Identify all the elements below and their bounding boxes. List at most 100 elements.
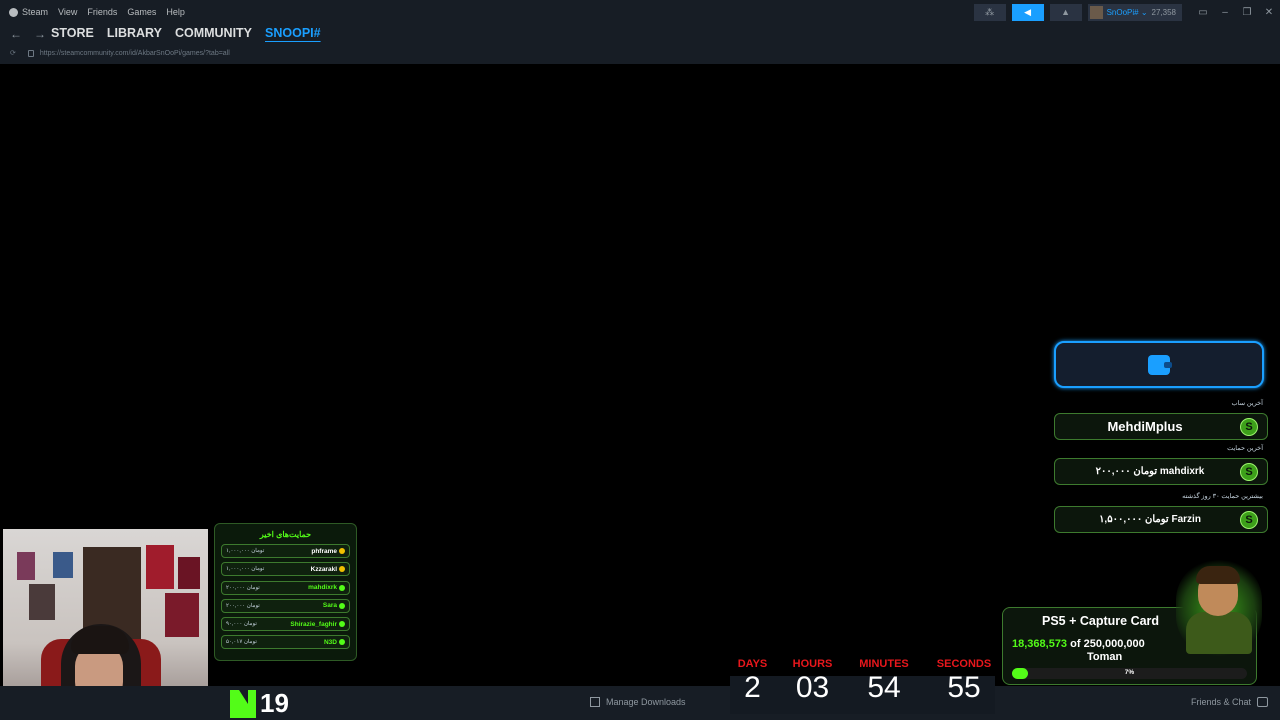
donation-amount: ۲۰۰,۰۰۰ تومان (226, 602, 260, 609)
donation-amount: ۱,۰۰۰,۰۰۰ تومان (226, 566, 265, 573)
steam-icon (9, 8, 18, 18)
donation-amount: ۱,۰۰۰,۰۰۰ تومان (226, 548, 265, 554)
goal-target: 250,000,000 (1083, 638, 1145, 650)
viewer-count: 19 (260, 688, 289, 718)
close-button[interactable]: ✕ (1258, 7, 1280, 18)
countdown-seconds: SECONDS 55 (936, 658, 992, 704)
last-donation-pill: ۲۰۰,۰۰۰ تومان mahdixrk S (1054, 458, 1268, 485)
countdown-hours: HOURS 03 (792, 658, 833, 704)
mascot-hair (1196, 566, 1240, 584)
menu-help[interactable]: Help (166, 7, 185, 17)
donation-amount: ۵۰,۰۱۷ تومان (226, 639, 257, 646)
people-icon: ⁂ (985, 6, 995, 17)
s-badge-icon: S (1240, 418, 1258, 436)
big-picture-button[interactable]: ⁂ (973, 3, 1006, 21)
coin-icon (339, 621, 345, 628)
kick-viewer-counter: 19 (230, 688, 289, 719)
goal-percent: 7% (1124, 669, 1135, 676)
countdown-days: DAYS 2 (737, 658, 768, 704)
manage-downloads-button[interactable]: Manage Downloads (590, 697, 686, 707)
tab-library[interactable]: LIBRARY (107, 26, 162, 40)
title-bar-controls: ⁂ ◀ ▲ SnOoPi# ⌄ 27,358 ▭ – ❐ ✕ (973, 0, 1280, 24)
top-donation-caption: بیشترین حمایت ۳۰ روز گذشته (1182, 493, 1263, 500)
user-name: SnOoPi# ⌄ (1106, 7, 1148, 17)
donor-name: Shirazie_faghir (290, 621, 345, 628)
top-donation-pill: ۱,۵۰۰,۰۰۰ تومان Farzin S (1054, 506, 1268, 533)
avatar (1089, 5, 1103, 19)
tab-profile[interactable]: SNOOPI# (265, 26, 321, 40)
minimize-button[interactable]: – (1214, 7, 1236, 18)
url-bar: ⟳ https://steamcommunity.com/id/AkbarSnO… (10, 49, 230, 57)
donation-amount: ۲۰۰,۰۰۰ تومان (226, 584, 260, 591)
user-menu[interactable]: SnOoPi# ⌄ 27,358 (1087, 3, 1182, 21)
forward-arrow-icon[interactable]: → (34, 27, 46, 41)
friends-chat-label: Friends & Chat (1190, 697, 1251, 707)
s-badge-icon: S (1240, 511, 1258, 529)
goal-progress-bar: 7% (1012, 668, 1247, 679)
friends-chat-button[interactable]: Friends & Chat (1191, 697, 1268, 707)
list-item: ۲۰۰,۰۰۰ تومان Sara (221, 598, 350, 613)
countdown-timer: DAYS 2 HOURS 03 MINUTES 54 SECONDS 55 (730, 658, 995, 714)
list-item: ۲۰۰,۰۰۰ تومان mahdixrk (221, 580, 350, 595)
announcements-button[interactable]: ◀ (1011, 3, 1044, 21)
top-donation-text: ۱,۵۰۰,۰۰۰ تومان Farzin (1099, 514, 1201, 525)
url-text[interactable]: https://steamcommunity.com/id/AkbarSnOoP… (40, 50, 230, 57)
wall-poster (165, 593, 199, 637)
recent-donations-title: حمایت‌های اخیر (259, 530, 312, 539)
donor-name: Kzzarakl (311, 566, 345, 573)
lock-icon (27, 49, 34, 57)
recent-donations-panel: حمایت‌های اخیر ۱,۰۰۰,۰۰۰ تومان phframe ۱… (214, 523, 357, 661)
back-arrow-icon[interactable]: ← (10, 27, 22, 41)
wall-poster (178, 557, 200, 589)
monitor-icon[interactable]: ▭ (1192, 7, 1214, 18)
wall-poster (29, 584, 55, 620)
list-item: ۹۰,۰۰۰ تومان Shirazie_faghir (221, 617, 350, 632)
list-item: ۱,۰۰۰,۰۰۰ تومان phframe (221, 544, 350, 558)
goal-amount: 18,368,573 of 250,000,000 (1012, 638, 1145, 650)
maximize-button[interactable]: ❐ (1236, 7, 1258, 18)
mascot-body (1186, 612, 1252, 654)
s-badge-icon: S (1240, 463, 1258, 481)
title-bar: Steam View Friends Games Help ⁂ ◀ ▲ SnOo… (0, 0, 1280, 24)
goal-title: PS5 + Capture Card (1042, 614, 1160, 628)
menu-games[interactable]: Games (127, 7, 156, 17)
menu-friends[interactable]: Friends (87, 7, 117, 17)
wallet-balance: 27,358 (1151, 7, 1176, 17)
menu-bar: Steam View Friends Games Help (0, 7, 185, 18)
reload-icon[interactable]: ⟳ (10, 49, 16, 57)
coin-icon (339, 602, 345, 609)
mascot-illustration (1176, 560, 1262, 656)
last-donation-text: ۲۰۰,۰۰۰ تومان mahdixrk (1095, 466, 1205, 477)
wall-poster (53, 552, 73, 578)
kick-logo-icon (230, 689, 256, 718)
notifications-button[interactable]: ▲ (1049, 3, 1082, 21)
goal-of: of (1070, 638, 1081, 650)
download-icon (590, 697, 600, 707)
donor-name: N3D (324, 639, 345, 646)
tab-store[interactable]: STORE (51, 26, 94, 40)
last-sub-name: MehdiMplus (1107, 419, 1183, 434)
navigation-bar: ← → STORE LIBRARY COMMUNITY SNOOPI# ⟳ htt… (0, 24, 1280, 64)
tab-community[interactable]: COMMUNITY (175, 26, 252, 40)
megaphone-icon: ◀ (1024, 6, 1032, 17)
menu-view[interactable]: View (58, 7, 77, 17)
coin-icon (339, 566, 345, 573)
wall-poster (146, 545, 174, 589)
donor-name: mahdixrk (308, 584, 345, 591)
coin-icon (339, 639, 345, 646)
manage-downloads-label: Manage Downloads (606, 697, 686, 707)
donor-name: phframe (311, 548, 345, 555)
bottom-bar: Manage Downloads Friends & Chat (0, 686, 1280, 720)
list-item: ۵۰,۰۱۷ تومان N3D (221, 635, 350, 650)
coin-icon (339, 548, 345, 554)
last-donation-caption: آخرین حمایت (1227, 445, 1263, 452)
main-nav: STORE LIBRARY COMMUNITY SNOOPI# (51, 26, 321, 40)
donation-amount: ۹۰,۰۰۰ تومان (226, 621, 257, 628)
last-sub-pill: MehdiMplus S (1054, 413, 1268, 440)
menu-steam[interactable]: Steam (9, 7, 48, 18)
countdown-minutes: MINUTES 54 (859, 658, 909, 704)
coin-icon (339, 584, 345, 591)
bell-icon: ▲ (1061, 7, 1071, 17)
wall-poster (17, 552, 35, 580)
streamer-hair (71, 626, 129, 654)
